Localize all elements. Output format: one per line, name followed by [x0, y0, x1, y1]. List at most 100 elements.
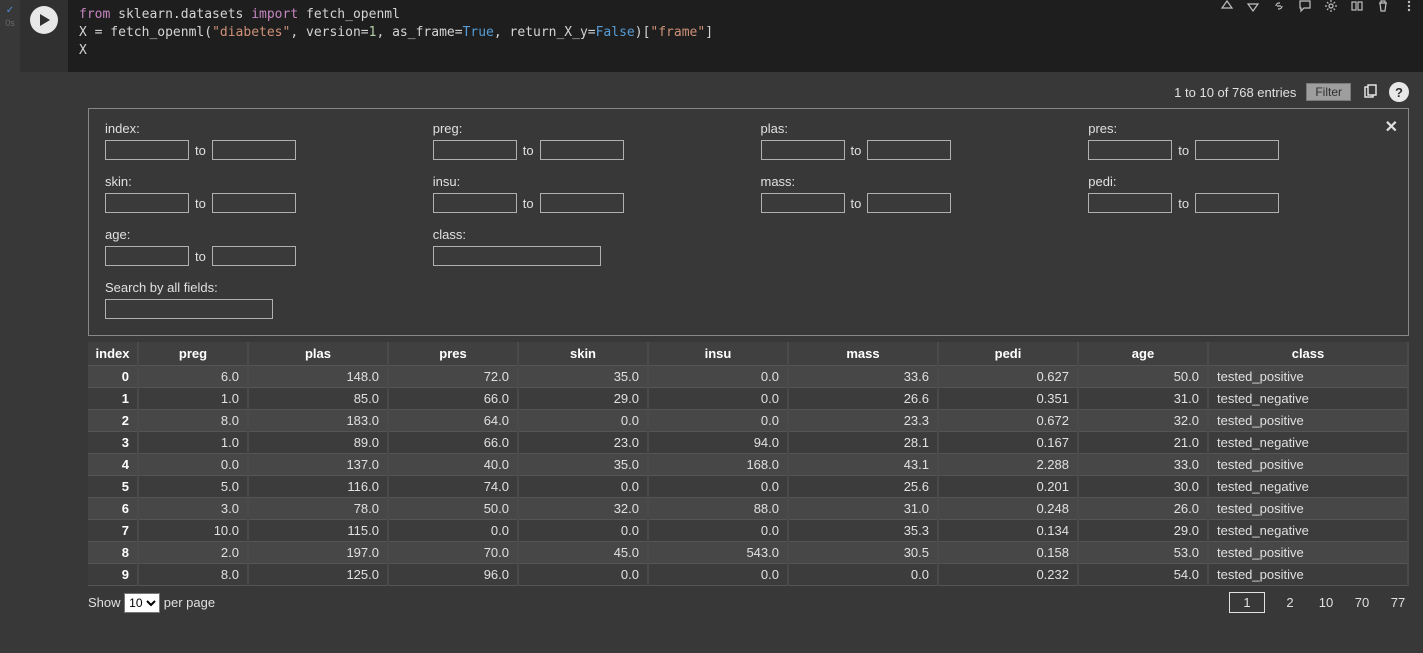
filter-index-to-input[interactable] — [212, 140, 296, 160]
filter-pres: pres: to — [1088, 121, 1392, 160]
filter-pedi-to-input[interactable] — [1195, 193, 1279, 213]
cell-class: tested_negative — [1208, 520, 1408, 542]
notebook-cell: ✓ 0s from sklearn.datasets import fetch_… — [0, 0, 1423, 623]
column-header-pedi[interactable]: pedi — [938, 342, 1078, 366]
filter-pres-to-input[interactable] — [1195, 140, 1279, 160]
cell-plas: 85.0 — [248, 388, 388, 410]
cell-pedi: 2.288 — [938, 454, 1078, 476]
range-to-label: to — [195, 249, 206, 264]
filter-label: insu: — [433, 174, 737, 189]
page-2[interactable]: 2 — [1279, 595, 1301, 610]
page-70[interactable]: 70 — [1351, 595, 1373, 610]
column-header-mass[interactable]: mass — [788, 342, 938, 366]
cell-pres: 72.0 — [388, 366, 518, 388]
range-to-label: to — [1178, 196, 1189, 211]
filter-skin: skin: to — [105, 174, 409, 213]
range-to-label: to — [195, 196, 206, 211]
cell-age: 21.0 — [1078, 432, 1208, 454]
cell-index: 9 — [88, 564, 138, 586]
cell-mass: 30.5 — [788, 542, 938, 564]
cell-preg: 8.0 — [138, 410, 248, 432]
filter-age-to-input[interactable] — [212, 246, 296, 266]
search-label: Search by all fields: — [105, 280, 1392, 295]
filter-insu-from-input[interactable] — [433, 193, 517, 213]
link-icon[interactable] — [1271, 0, 1287, 14]
filter-mass: mass: to — [761, 174, 1065, 213]
filter-index-from-input[interactable] — [105, 140, 189, 160]
filter-class-input[interactable] — [433, 246, 601, 266]
cell-index: 7 — [88, 520, 138, 542]
cell-index: 0 — [88, 366, 138, 388]
filter-pres-from-input[interactable] — [1088, 140, 1172, 160]
cell-pres: 70.0 — [388, 542, 518, 564]
settings-icon[interactable] — [1323, 0, 1339, 14]
filter-label: preg: — [433, 121, 737, 136]
cell-plas: 125.0 — [248, 564, 388, 586]
table-row: 06.0148.072.035.00.033.60.62750.0tested_… — [88, 366, 1408, 388]
page-77[interactable]: 77 — [1387, 595, 1409, 610]
cell-mass: 23.3 — [788, 410, 938, 432]
cell-index: 8 — [88, 542, 138, 564]
filter-mass-from-input[interactable] — [761, 193, 845, 213]
cell-age: 29.0 — [1078, 520, 1208, 542]
cell-skin: 0.0 — [518, 520, 648, 542]
filter-plas-to-input[interactable] — [867, 140, 951, 160]
pager: 12 10 70 77 — [1229, 592, 1409, 613]
filter-toggle-button[interactable]: Filter — [1306, 83, 1351, 101]
range-to-label: to — [523, 196, 534, 211]
mirror-icon[interactable] — [1349, 0, 1365, 14]
filter-mass-to-input[interactable] — [867, 193, 951, 213]
cell-class: tested_positive — [1208, 564, 1408, 586]
filter-skin-from-input[interactable] — [105, 193, 189, 213]
cell-index: 3 — [88, 432, 138, 454]
table-row: 40.0137.040.035.0168.043.12.28833.0teste… — [88, 454, 1408, 476]
more-icon[interactable] — [1401, 0, 1417, 14]
search-all-fields: Search by all fields: — [105, 280, 1392, 319]
page-size-select[interactable]: 10 — [124, 593, 160, 613]
filter-age-from-input[interactable] — [105, 246, 189, 266]
filter-preg-from-input[interactable] — [433, 140, 517, 160]
cell-input-area: from sklearn.datasets import fetch_openm… — [20, 0, 1423, 72]
column-header-age[interactable]: age — [1078, 342, 1208, 366]
filter-plas: plas: to — [761, 121, 1065, 160]
filter-class: class: — [433, 227, 737, 266]
move-down-icon[interactable] — [1245, 0, 1261, 14]
cell-pres: 66.0 — [388, 432, 518, 454]
filter-preg-to-input[interactable] — [540, 140, 624, 160]
column-header-pres[interactable]: pres — [388, 342, 518, 366]
filter-panel: ✕ index: to preg: to plas: — [88, 108, 1409, 336]
cell-plas: 197.0 — [248, 542, 388, 564]
close-icon[interactable]: ✕ — [1385, 117, 1398, 137]
table-row: 31.089.066.023.094.028.10.16721.0tested_… — [88, 432, 1408, 454]
copy-icon[interactable] — [1361, 83, 1379, 101]
column-header-skin[interactable]: skin — [518, 342, 648, 366]
cell-index: 2 — [88, 410, 138, 432]
move-up-icon[interactable] — [1219, 0, 1235, 14]
page-10[interactable]: 10 — [1315, 595, 1337, 610]
comment-icon[interactable] — [1297, 0, 1313, 14]
column-header-insu[interactable]: insu — [648, 342, 788, 366]
table-row: 11.085.066.029.00.026.60.35131.0tested_n… — [88, 388, 1408, 410]
cell-skin: 35.0 — [518, 454, 648, 476]
help-icon[interactable]: ? — [1389, 82, 1409, 102]
filter-plas-from-input[interactable] — [761, 140, 845, 160]
column-header-plas[interactable]: plas — [248, 342, 388, 366]
run-cell-button[interactable] — [30, 6, 58, 34]
cell-insu: 88.0 — [648, 498, 788, 520]
cell-executed-check-icon: ✓ — [0, 6, 20, 16]
cell-skin: 29.0 — [518, 388, 648, 410]
cell-preg: 8.0 — [138, 564, 248, 586]
cell-skin: 0.0 — [518, 476, 648, 498]
filter-insu-to-input[interactable] — [540, 193, 624, 213]
filter-pedi-from-input[interactable] — [1088, 193, 1172, 213]
column-header-class[interactable]: class — [1208, 342, 1408, 366]
page-1[interactable]: 1 — [1229, 592, 1265, 613]
filter-insu: insu: to — [433, 174, 737, 213]
delete-icon[interactable] — [1375, 0, 1391, 14]
table-header-row: indexpregplaspresskininsumasspediageclas… — [88, 342, 1408, 366]
column-header-preg[interactable]: preg — [138, 342, 248, 366]
filter-skin-to-input[interactable] — [212, 193, 296, 213]
show-label-post: per page — [164, 595, 215, 610]
column-header-index[interactable]: index — [88, 342, 138, 366]
search-input[interactable] — [105, 299, 273, 319]
